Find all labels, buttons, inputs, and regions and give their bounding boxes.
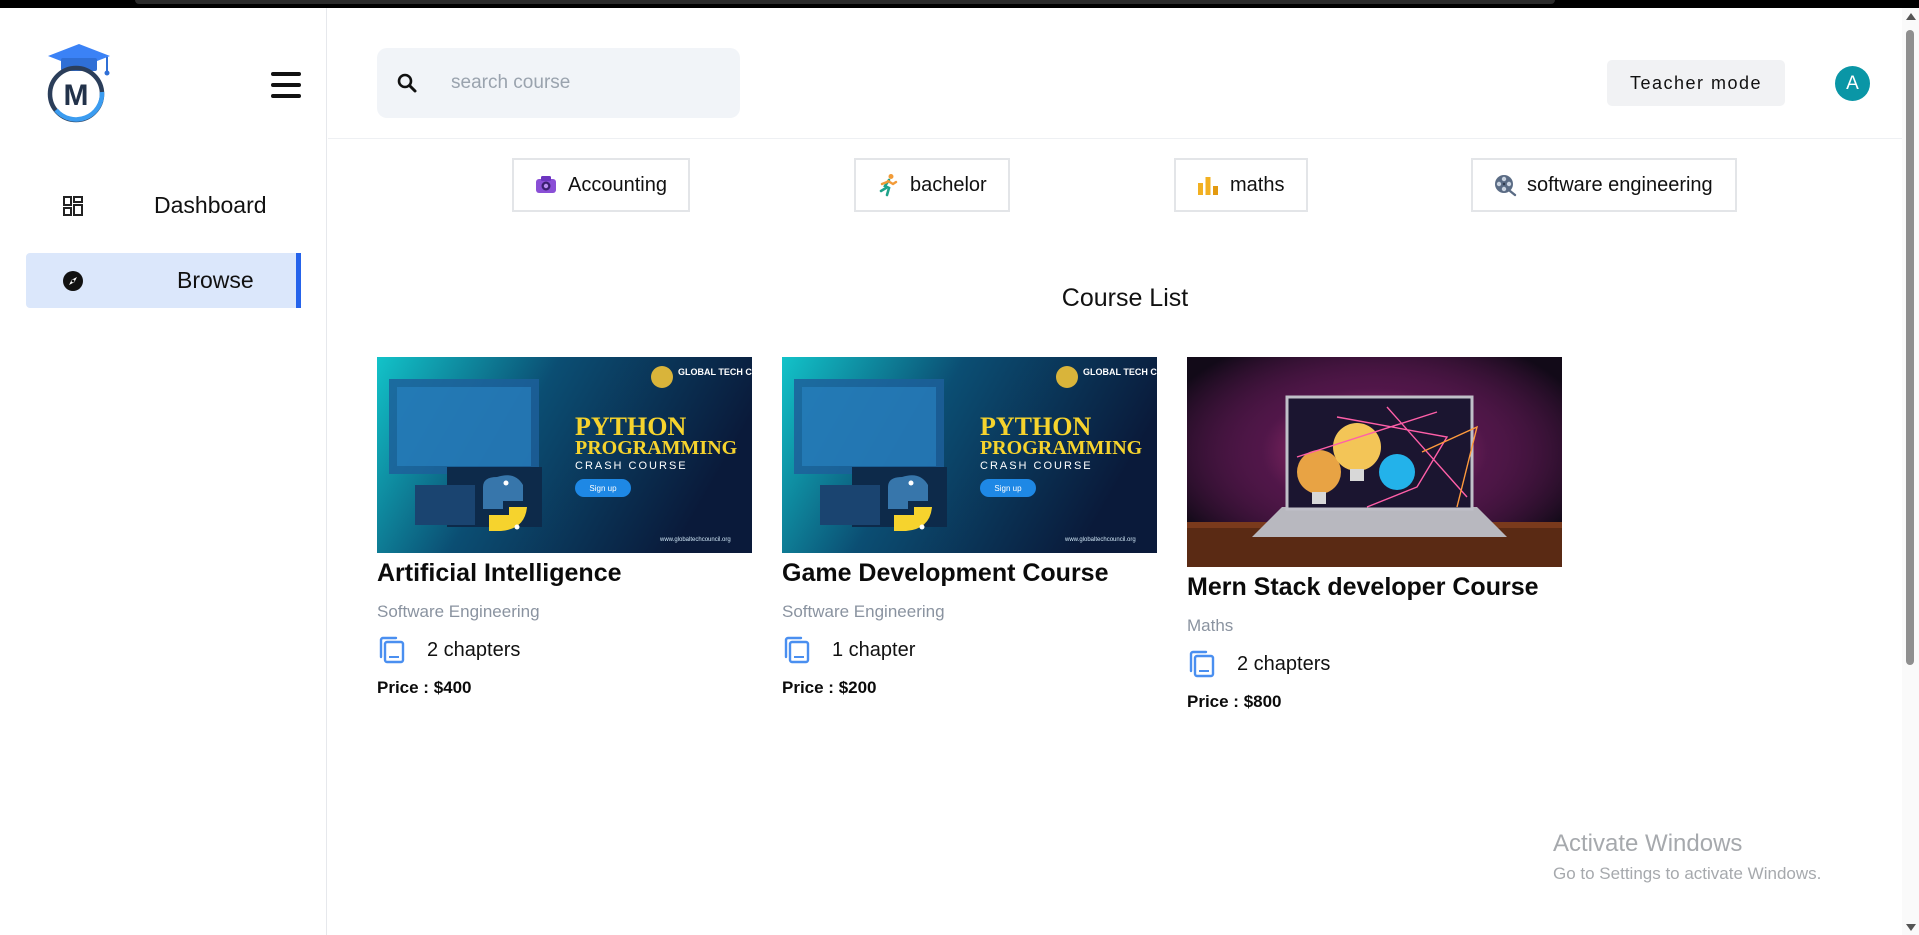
course-category: Maths	[1187, 616, 1234, 635]
svg-text:GLOBAL TECH COUNCIL: GLOBAL TECH COUNCIL	[678, 367, 752, 377]
svg-text:CRASH COURSE: CRASH COURSE	[575, 460, 688, 472]
book-copy-icon	[1189, 650, 1215, 678]
film-reel-icon	[1495, 175, 1517, 197]
browser-top-strip	[0, 0, 1919, 8]
search-icon[interactable]	[396, 72, 418, 94]
svg-text:www.globaltechcouncil.org: www.globaltechcouncil.org	[1064, 537, 1136, 543]
scrollbar-thumb[interactable]	[1906, 30, 1914, 665]
category-software-engineering[interactable]: software engineering	[1471, 158, 1737, 212]
book-copy-icon	[379, 636, 405, 664]
svg-text:CRASH COURSE: CRASH COURSE	[980, 460, 1093, 472]
sidebar: M Dashboard Browse	[0, 8, 327, 935]
course-category: Software Engineering	[782, 602, 945, 621]
watermark-subtitle: Go to Settings to activate Windows.	[1553, 864, 1822, 883]
search-bar	[377, 48, 740, 118]
category-label: bachelor	[910, 173, 987, 196]
bar-chart-icon	[1198, 177, 1218, 195]
course-price: Price : $800	[1187, 692, 1282, 711]
runner-icon	[879, 174, 898, 197]
scroll-up-arrow-icon[interactable]	[1906, 13, 1916, 20]
course-title[interactable]: Artificial Intelligence	[377, 559, 752, 588]
menu-toggle-icon[interactable]	[271, 72, 301, 98]
course-chapters: 1 chapter	[782, 635, 1157, 665]
course-list-title: Course List	[1061, 284, 1189, 312]
svg-text:GLOBAL TECH COUNCIL: GLOBAL TECH COUNCIL	[1083, 367, 1157, 377]
browser-tab-edge	[135, 0, 1555, 4]
chapters-count: 2 chapters	[1237, 652, 1331, 675]
category-bachelor[interactable]: bachelor	[854, 158, 1010, 212]
teacher-mode-button[interactable]: Teacher mode	[1607, 60, 1785, 106]
scroll-down-arrow-icon[interactable]	[1906, 924, 1916, 931]
chapters-count: 1 chapter	[832, 638, 916, 661]
watermark-title: Activate Windows	[1553, 830, 1743, 857]
course-card[interactable]: GLOBAL TECH COUNCIL PYTHON PROGRAMMING C…	[377, 357, 752, 698]
svg-text:Sign up: Sign up	[589, 484, 617, 493]
chapters-count: 2 chapters	[427, 638, 521, 661]
book-copy-icon	[784, 636, 810, 664]
course-card[interactable]: GLOBAL TECH COUNCIL PYTHON PROGRAMMING C…	[782, 357, 1157, 698]
course-thumbnail[interactable]	[1187, 357, 1562, 567]
avatar[interactable]: A	[1835, 66, 1870, 101]
course-price: Price : $200	[782, 678, 877, 697]
sidebar-item-dashboard[interactable]: Dashboard	[26, 178, 301, 233]
brand-logo[interactable]: M	[44, 34, 114, 126]
windows-activation-watermark: Activate Windows Go to Settings to activ…	[1553, 830, 1821, 884]
category-maths[interactable]: maths	[1174, 158, 1308, 212]
dashboard-grid-icon	[63, 196, 83, 216]
course-card[interactable]: Mern Stack developer Course Maths 2 chap…	[1187, 357, 1562, 712]
top-header: Teacher mode A	[328, 8, 1902, 139]
category-label: maths	[1230, 173, 1285, 196]
camera-icon	[536, 176, 556, 193]
course-title[interactable]: Mern Stack developer Course	[1187, 573, 1562, 602]
svg-text:M: M	[64, 79, 89, 112]
page-scrollbar[interactable]	[1902, 8, 1919, 935]
svg-text:PROGRAMMING: PROGRAMMING	[980, 437, 1143, 459]
sidebar-item-browse[interactable]: Browse	[26, 253, 301, 308]
category-label: Accounting	[568, 173, 667, 196]
sidebar-item-label: Browse	[177, 267, 254, 293]
course-chapters: 2 chapters	[377, 635, 752, 665]
svg-text:Sign up: Sign up	[994, 484, 1022, 493]
compass-icon	[63, 271, 83, 291]
svg-text:www.globaltechcouncil.org: www.globaltechcouncil.org	[659, 537, 731, 543]
course-chapters: 2 chapters	[1187, 649, 1562, 679]
category-label: software engineering	[1527, 173, 1713, 196]
sidebar-item-label: Dashboard	[154, 192, 267, 218]
course-price: Price : $400	[377, 678, 472, 697]
search-input[interactable]	[451, 66, 721, 100]
course-title[interactable]: Game Development Course	[782, 559, 1157, 588]
category-accounting[interactable]: Accounting	[512, 158, 690, 212]
course-thumbnail[interactable]: GLOBAL TECH COUNCIL PYTHON PROGRAMMING C…	[377, 357, 752, 553]
svg-text:PROGRAMMING: PROGRAMMING	[575, 437, 738, 459]
course-category: Software Engineering	[377, 602, 540, 621]
course-thumbnail[interactable]: GLOBAL TECH COUNCIL PYTHON PROGRAMMING C…	[782, 357, 1157, 553]
